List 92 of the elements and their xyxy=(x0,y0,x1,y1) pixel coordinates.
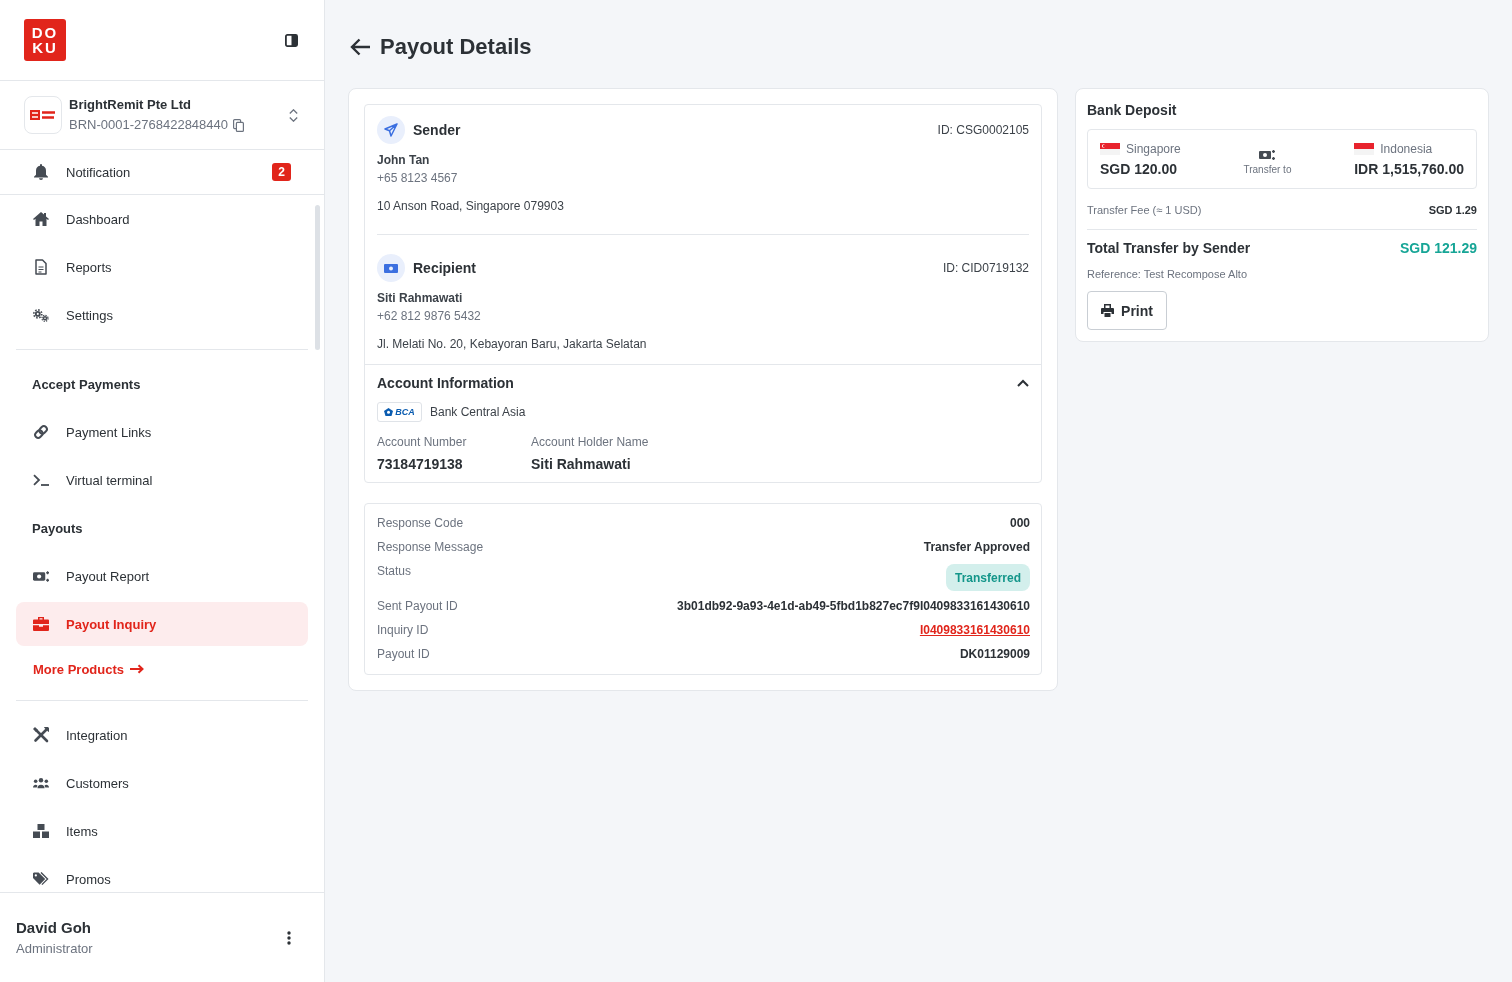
party-name: Siti Rahmawati xyxy=(377,290,464,307)
banknote-icon xyxy=(377,254,405,282)
user-name: David Goh xyxy=(16,917,92,938)
user-role: Administrator xyxy=(16,939,94,958)
gears-icon xyxy=(33,307,49,323)
print-button[interactable]: Print xyxy=(1087,291,1167,330)
sidebar-item[interactable]: Customers xyxy=(16,761,308,805)
banknote-icon xyxy=(33,569,49,583)
sidebar-item[interactable]: Payout Inquiry xyxy=(16,602,308,646)
back-arrow-icon[interactable] xyxy=(350,38,370,56)
bank-emblem-icon xyxy=(384,408,394,416)
section-heading: Accept Payments xyxy=(31,375,142,394)
sidebar-item[interactable]: Virtual terminal xyxy=(16,458,308,502)
sidebar-item[interactable]: Settings xyxy=(16,293,308,337)
chevron-up-icon[interactable] xyxy=(1017,379,1029,387)
status-badge: Transferred xyxy=(945,564,1030,591)
party-heading: Recipient xyxy=(413,260,477,276)
terminal-icon xyxy=(33,474,49,486)
scrollbar-thumb[interactable] xyxy=(315,205,320,350)
sidebar-item[interactable]: Items xyxy=(16,809,308,853)
party-heading: Sender xyxy=(413,122,462,138)
notification-label: Notification xyxy=(66,164,132,180)
merchant-logo-icon xyxy=(24,96,62,134)
tag-icon xyxy=(33,872,49,886)
tools-icon xyxy=(33,727,49,743)
copy-icon[interactable] xyxy=(233,118,244,132)
flag-icon xyxy=(1100,142,1120,155)
document-icon xyxy=(35,259,47,275)
logo: DO KU xyxy=(24,19,66,61)
detail-label: Inquiry ID xyxy=(377,622,429,639)
party-address: 10 Anson Road, Singapore 079903 xyxy=(377,198,565,215)
detail-value: DK01129009 xyxy=(959,646,1030,663)
sidebar-item[interactable]: Promos xyxy=(16,857,308,892)
card-title: Bank Deposit xyxy=(1087,101,1178,119)
field-label: Account Holder Name xyxy=(531,434,650,450)
party-phone: +62 812 9876 5432 xyxy=(377,308,482,325)
party-name: John Tan xyxy=(377,152,431,169)
detail-value: 3b01db92-9a93-4e1d-ab49-5fbd1b827ec7f9I0409833161430610 xyxy=(677,598,1030,615)
sidebar-item[interactable]: Payout Report xyxy=(16,554,308,598)
transfer-label: Transfer to xyxy=(1243,164,1292,175)
fee-label: Transfer Fee (≈ 1 USD) xyxy=(1087,203,1202,218)
flag-icon xyxy=(1354,142,1375,155)
notification-count: 2 xyxy=(272,163,291,181)
house-icon xyxy=(33,212,49,226)
link-icon xyxy=(33,424,49,440)
boxes-icon xyxy=(33,824,49,838)
amount: SGD 120.00 xyxy=(1100,159,1179,179)
briefcase-icon xyxy=(33,617,49,631)
bank-logo-text: BCA xyxy=(395,407,415,417)
merchant-name: BrightRemit Pte Ltd xyxy=(69,96,193,114)
sidebar-item[interactable]: Payment Links xyxy=(16,410,308,454)
chevron-up-down-icon[interactable] xyxy=(289,108,298,122)
panel-toggle-icon[interactable] xyxy=(285,33,298,47)
total-label: Total Transfer by Sender xyxy=(1087,239,1251,257)
country-name: Singapore xyxy=(1126,140,1181,158)
detail-value: 000 xyxy=(1009,515,1030,532)
page-title: Payout Details xyxy=(380,34,532,60)
more-products-link[interactable]: More Products xyxy=(16,648,308,690)
inquiry-id-link[interactable]: I0409833161430610 xyxy=(919,621,1030,639)
total-value: SGD 121.29 xyxy=(1399,239,1477,257)
detail-label: Response Code xyxy=(377,515,464,532)
sidebar-item[interactable]: Integration xyxy=(16,713,308,757)
field-value: 73184719138 xyxy=(377,455,464,473)
amount: IDR 1,515,760.00 xyxy=(1354,159,1464,179)
country-name: Indonesia xyxy=(1380,140,1433,158)
section-heading: Payouts xyxy=(31,519,84,538)
detail-label: Response Message xyxy=(377,539,484,556)
arrow-right-icon xyxy=(130,664,144,674)
fee-value: SGD 1.29 xyxy=(1428,203,1477,218)
more-options-icon[interactable] xyxy=(287,930,291,945)
detail-label: Payout ID xyxy=(377,646,430,663)
money-transfer-icon xyxy=(1259,149,1276,161)
field-value: Siti Rahmawati xyxy=(531,455,632,473)
notification-item[interactable]: Notification 2 xyxy=(0,150,324,195)
party-address: Jl. Melati No. 20, Kebayoran Baru, Jakarta Selatan xyxy=(377,336,648,353)
party-id: ID: CSG0002105 xyxy=(937,123,1029,137)
field-label: Account Number xyxy=(377,434,468,450)
reference-text: Reference: Test Recompose Alto xyxy=(1087,267,1248,282)
detail-value: Transfer Approved xyxy=(923,539,1030,556)
detail-label: Status xyxy=(377,563,412,580)
printer-icon xyxy=(1101,304,1115,317)
merchant-id: BRN-0001-2768422848440 xyxy=(69,116,228,134)
sidebar-item[interactable]: Reports xyxy=(16,245,308,289)
paper-plane-icon xyxy=(377,116,405,144)
party-id: ID: CID0719132 xyxy=(942,261,1029,275)
account-information-title: Account Information xyxy=(377,374,514,392)
bank-name: Bank Central Asia xyxy=(430,405,526,419)
sidebar-item[interactable]: Dashboard xyxy=(16,197,308,241)
party-phone: +65 8123 4567 xyxy=(377,170,459,187)
detail-label: Sent Payout ID xyxy=(377,598,458,615)
users-icon xyxy=(33,777,49,789)
bell-icon xyxy=(34,164,48,180)
